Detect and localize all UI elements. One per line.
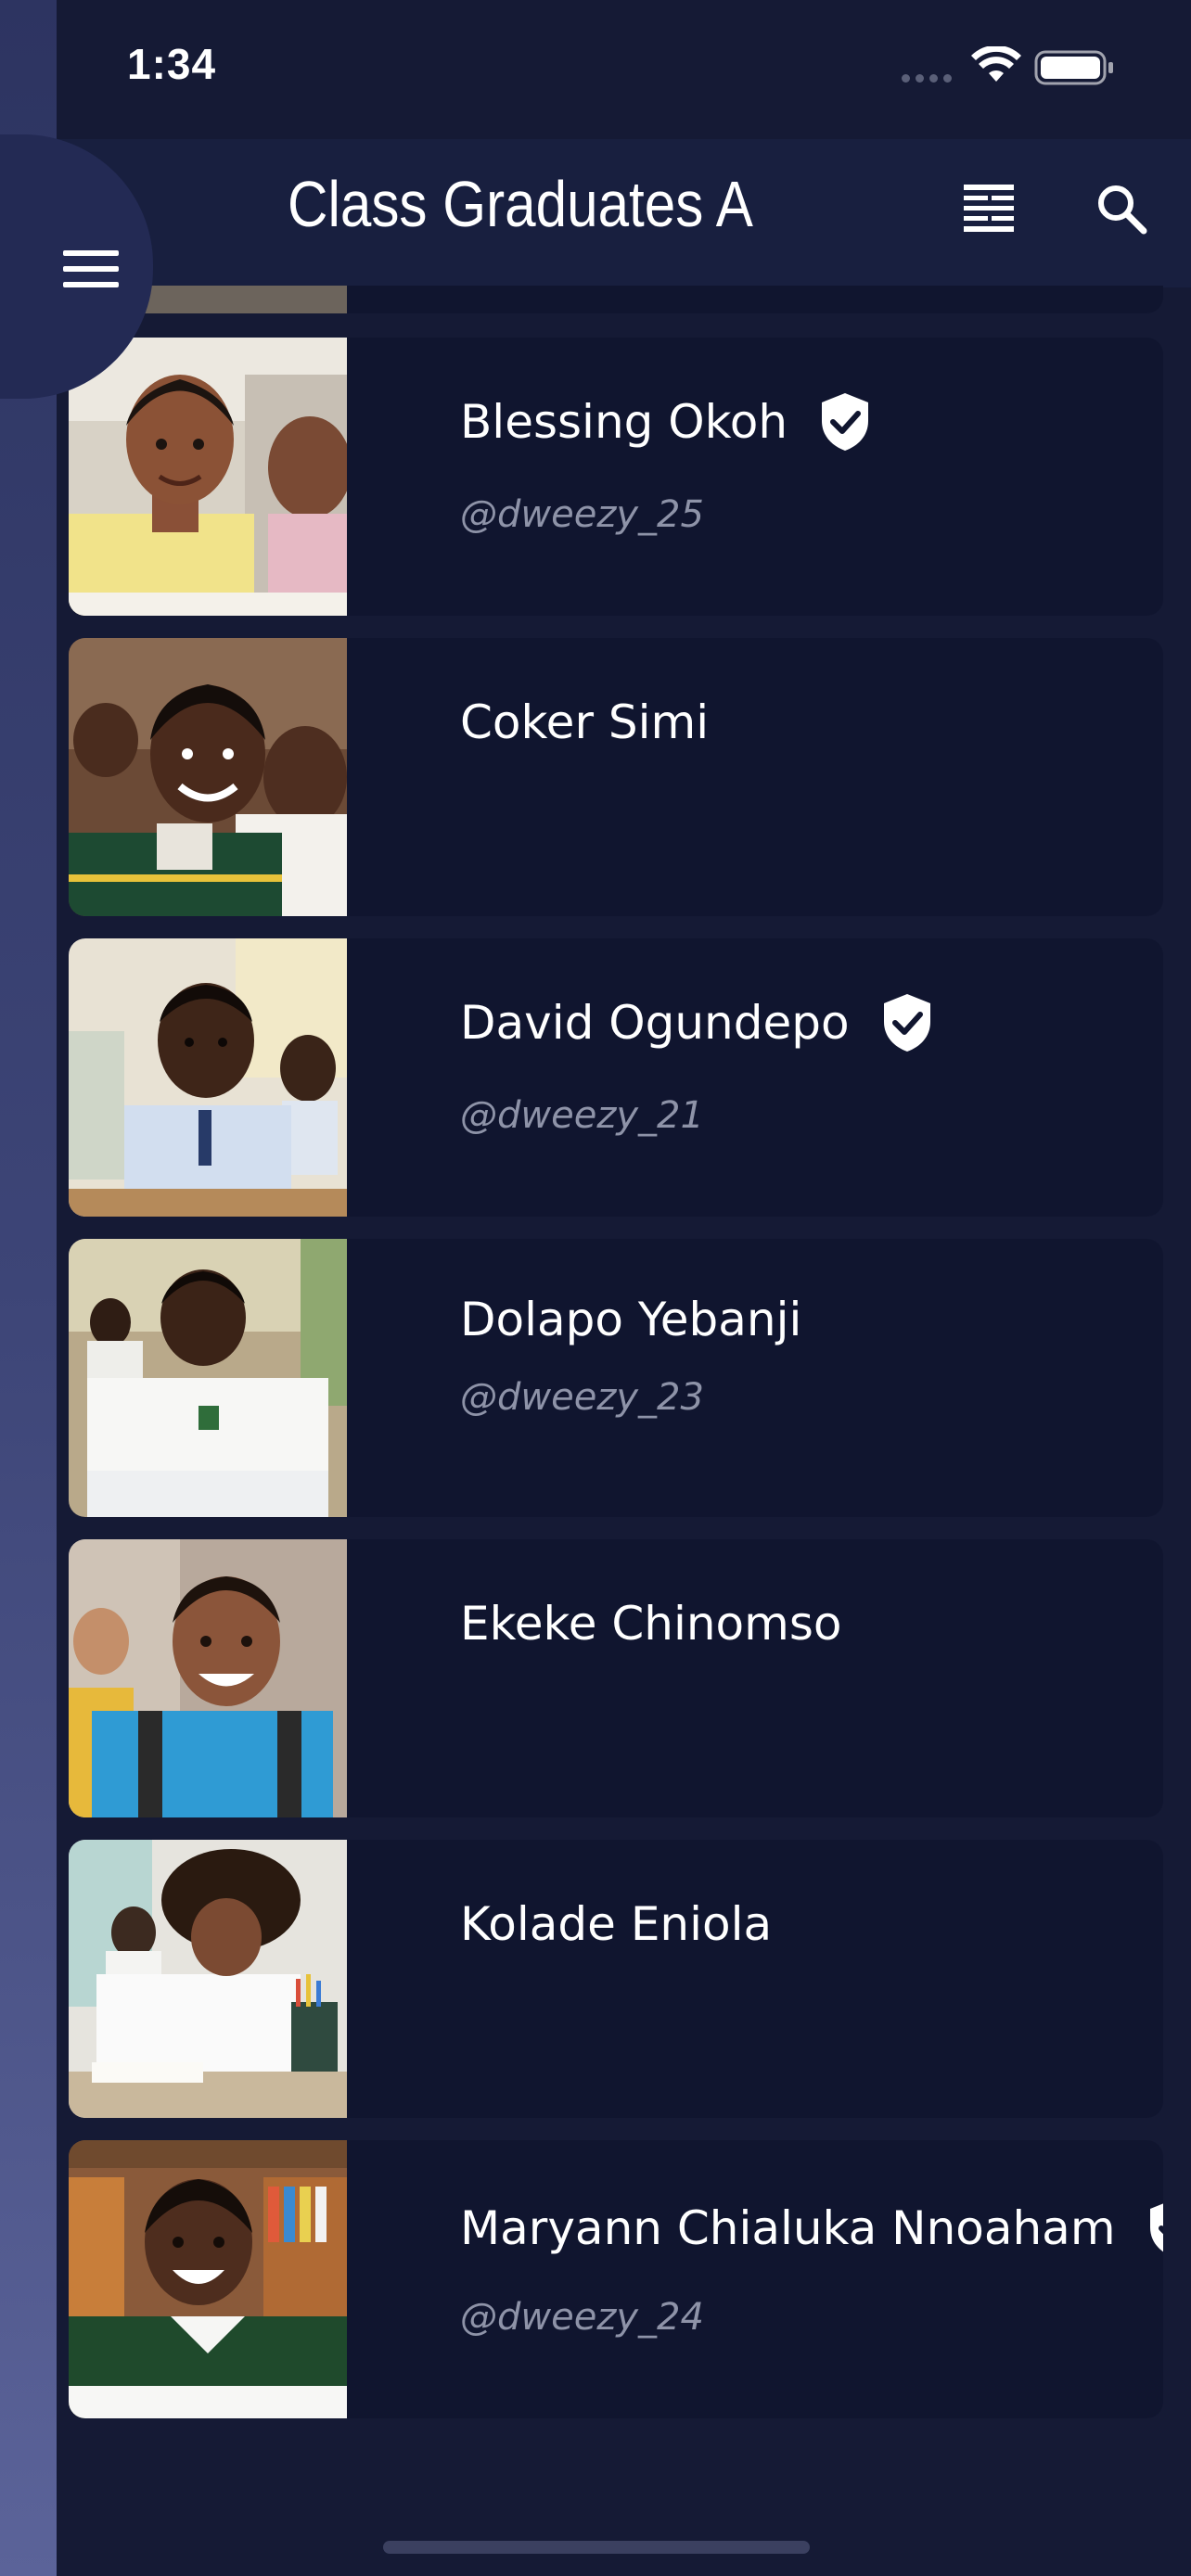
student-name: Ekeke Chinomso [460,1597,842,1651]
student-photo [69,338,347,616]
student-card[interactable]: Maryann Chialuka Nnoaham @dweezy_24 [69,2140,1163,2418]
student-photo [69,638,347,916]
student-name: Dolapo Yebanji [460,1293,802,1346]
wifi-icon [971,46,1021,82]
student-handle: @dweezy_21 [460,1094,704,1137]
student-photo [69,1239,347,1517]
student-handle: @dweezy_25 [460,493,704,536]
student-photo [69,1539,347,1817]
menu-icon[interactable] [63,249,119,289]
search-icon[interactable] [1095,182,1148,236]
list-view-icon[interactable] [960,179,1018,236]
verified-shield-icon [1149,2203,1163,2252]
status-time: 1:34 [127,40,217,88]
student-name: Blessing Okoh [460,395,788,449]
battery-icon [1034,50,1113,85]
student-photo [69,1840,347,2118]
student-card[interactable]: Kolade Eniola [69,1840,1163,2118]
student-card[interactable]: Dolapo Yebanji @dweezy_23 [69,1239,1163,1517]
home-indicator[interactable] [383,2541,810,2554]
student-handle: @dweezy_24 [460,2296,704,2339]
student-card[interactable]: Coker Simi [69,638,1163,916]
student-name: Kolade Eniola [460,1897,773,1951]
cellular-signal-icon [902,74,952,83]
list-item-partial[interactable] [69,286,1163,313]
student-handle: @dweezy_23 [460,1376,704,1419]
student-name: Maryann Chialuka Nnoaham [460,2201,1116,2255]
student-name: Coker Simi [460,695,710,749]
student-photo [69,2140,347,2418]
student-card[interactable]: Blessing Okoh @dweezy_25 [69,338,1163,616]
student-card[interactable]: David Ogundepo @dweezy_21 [69,938,1163,1217]
student-name: David Ogundepo [460,996,850,1050]
page-title: Class Graduates A [288,168,753,240]
verified-shield-icon [883,994,930,1052]
student-card[interactable]: Ekeke Chinomso [69,1539,1163,1817]
verified-shield-icon [822,393,869,451]
student-photo [69,938,347,1217]
